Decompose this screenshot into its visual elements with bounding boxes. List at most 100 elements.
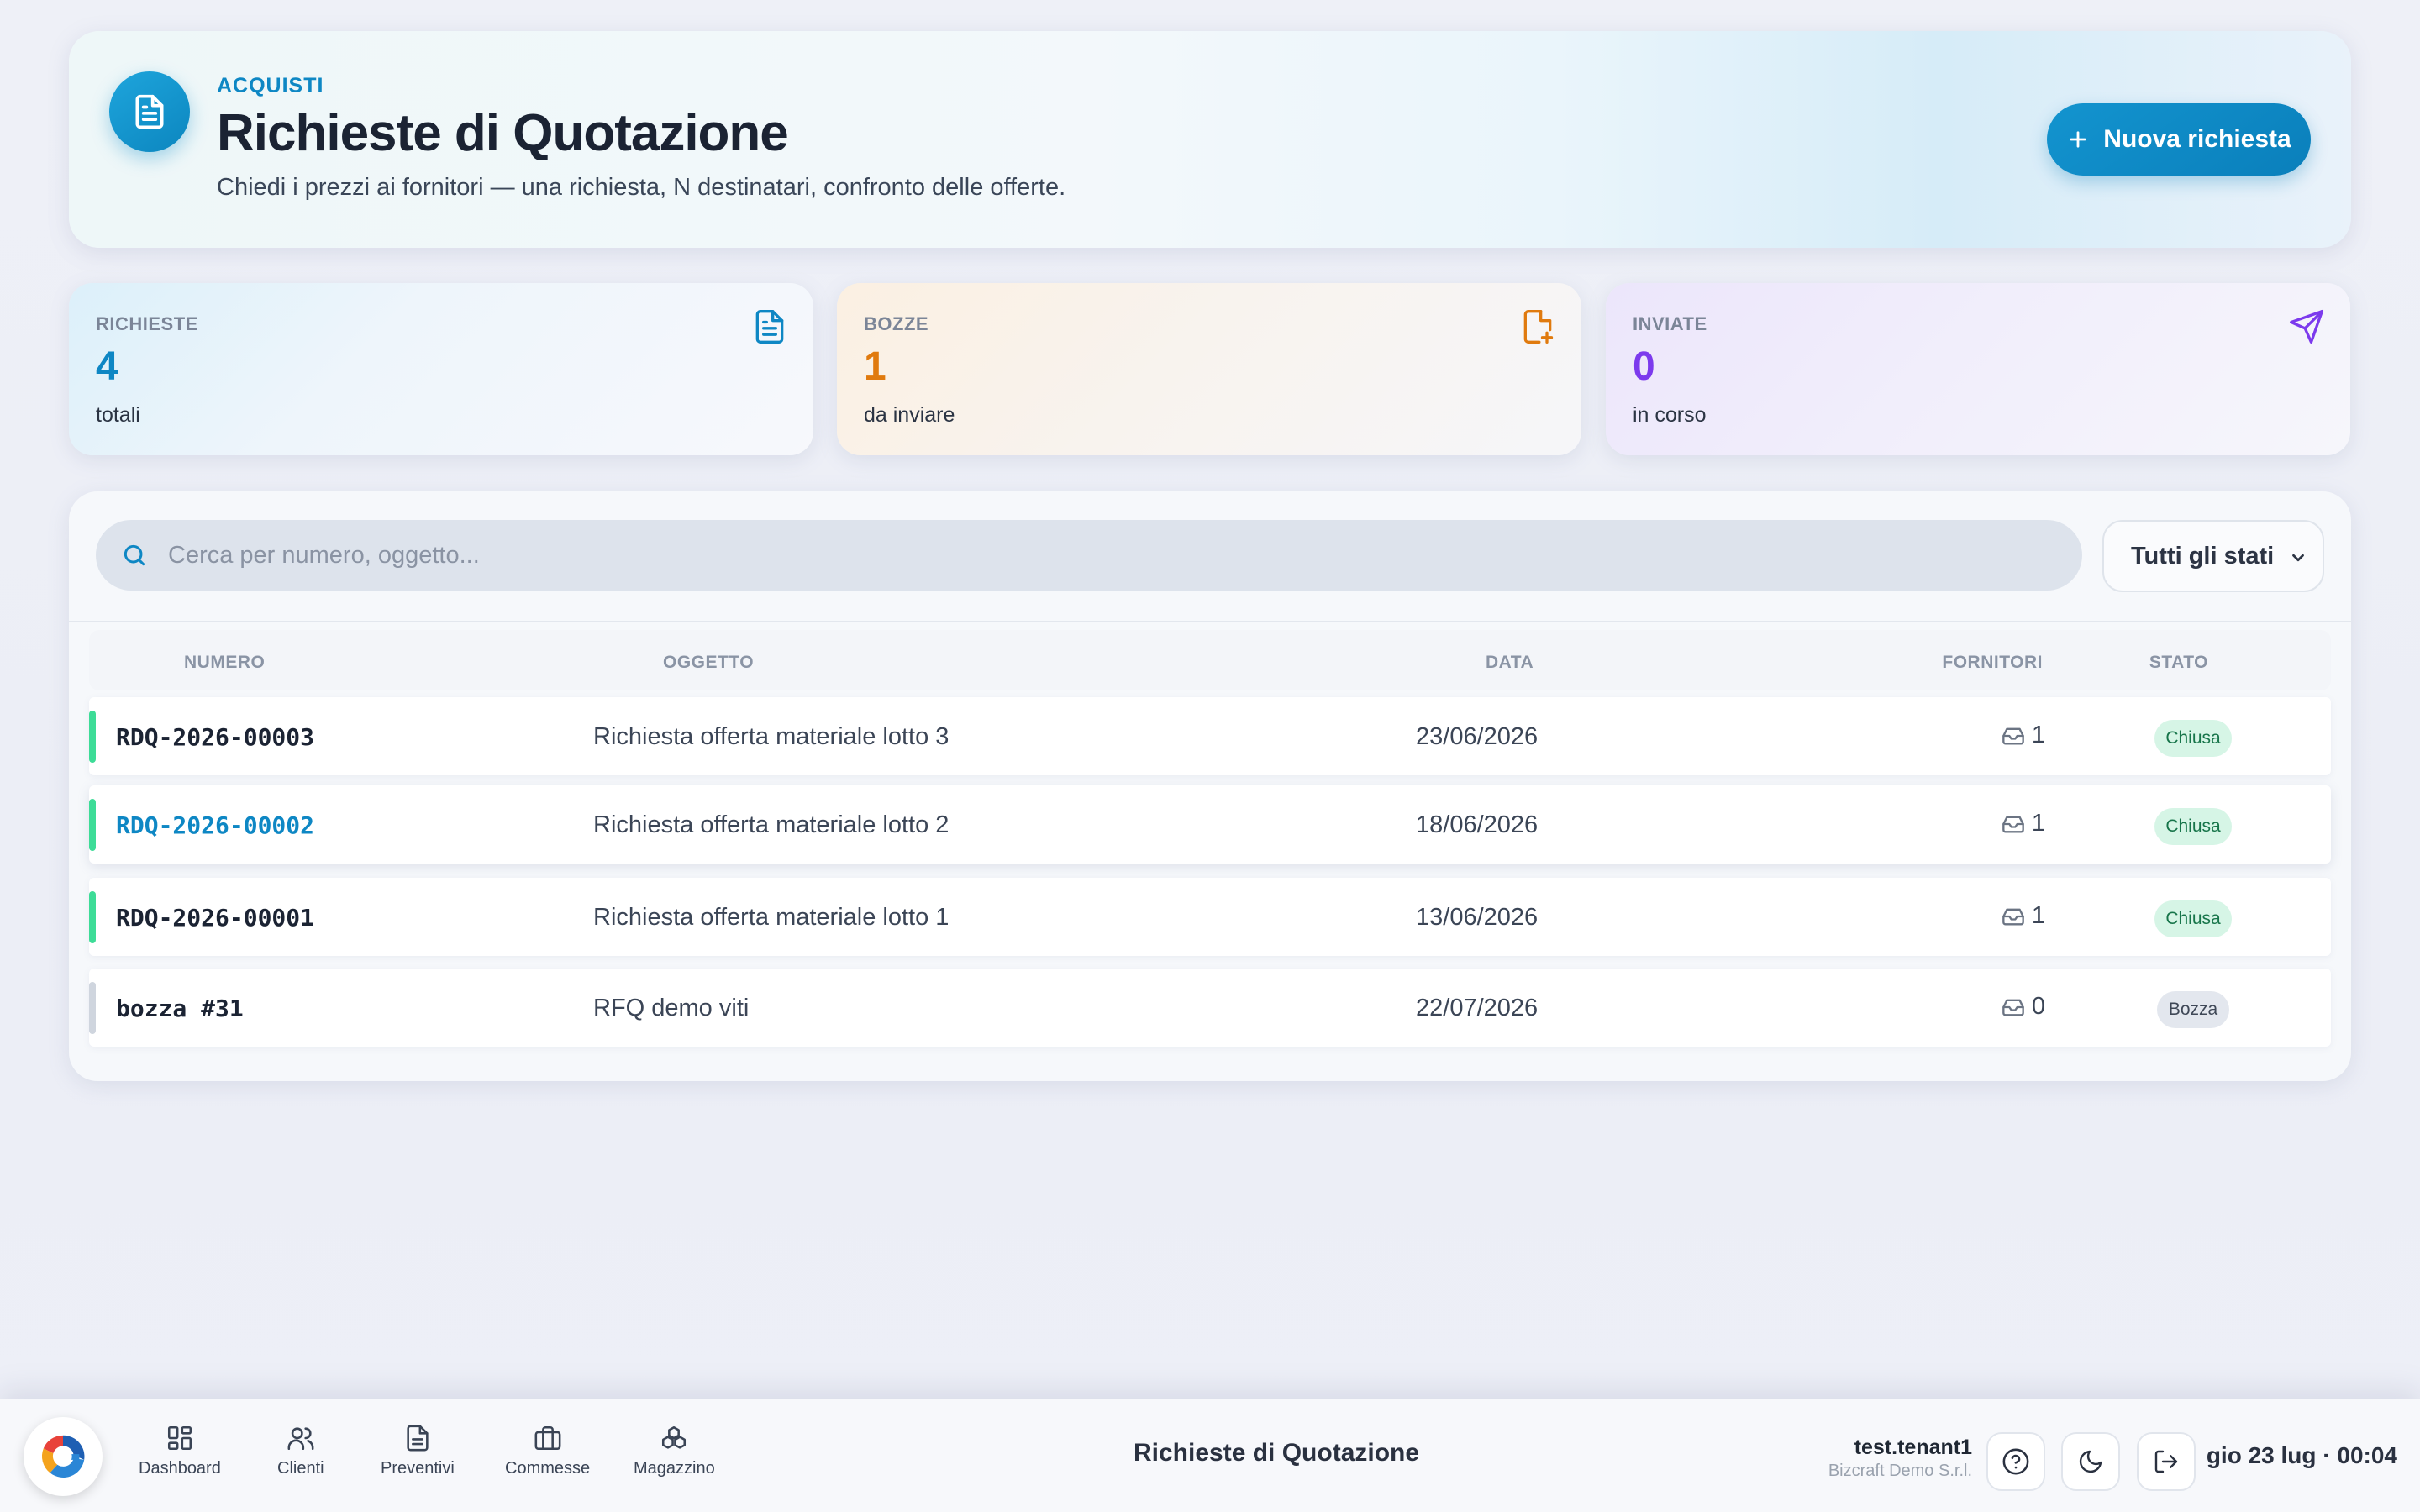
nav-label: Preventivi xyxy=(381,1459,455,1478)
suppliers-count: 1 xyxy=(2031,810,2045,837)
row-number[interactable]: bozza #31 xyxy=(116,995,244,1022)
section-kicker: ACQUISTI xyxy=(217,74,324,97)
row-subject: RFQ demo viti xyxy=(593,995,750,1021)
column-header-stato[interactable]: STATO xyxy=(2149,653,2208,673)
suppliers-count: 0 xyxy=(2031,993,2045,1020)
nav-preventivi[interactable]: Preventivi xyxy=(381,1424,455,1478)
inbox-icon xyxy=(2002,908,2024,925)
stat-value: 1 xyxy=(864,344,886,389)
inbox-icon xyxy=(2002,727,2024,744)
nav-label: Magazzino xyxy=(634,1459,715,1478)
table-row[interactable]: RDQ-2026-00002 Richiesta offerta materia… xyxy=(89,785,2331,864)
status-stripe xyxy=(89,711,96,763)
row-number[interactable]: RDQ-2026-00001 xyxy=(116,904,314,932)
stat-card-drafts: BOZZE 1 da inviare xyxy=(837,283,1581,455)
table-row[interactable]: RDQ-2026-00001 Richiesta offerta materia… xyxy=(89,878,2331,956)
divider xyxy=(69,621,2351,622)
search-box[interactable] xyxy=(96,520,2082,591)
stat-sub: da inviare xyxy=(864,403,955,427)
help-button[interactable] xyxy=(1986,1432,2045,1491)
table-header: NUMERO OGGETTO DATA FORNITORI STATO xyxy=(89,630,2331,690)
nav-magazzino[interactable]: Magazzino xyxy=(634,1424,715,1478)
stat-sub: in corso xyxy=(1633,403,1707,427)
page-title: Richieste di Quotazione xyxy=(217,104,789,162)
page-header-card: ACQUISTI Richieste di Quotazione Chiedi … xyxy=(69,31,2351,248)
inbox-icon xyxy=(2002,816,2024,832)
column-header-data[interactable]: DATA xyxy=(1486,653,1534,673)
grid-icon xyxy=(167,1425,192,1451)
row-suppliers: 0 xyxy=(2002,993,2045,1021)
column-header-numero[interactable]: NUMERO xyxy=(184,653,265,673)
search-input[interactable] xyxy=(168,541,2017,570)
chevron-down-icon xyxy=(2292,554,2304,562)
table-row[interactable]: bozza #31 RFQ demo viti 22/07/2026 0 Boz… xyxy=(89,969,2331,1047)
logout-icon xyxy=(2154,1450,2178,1473)
nav-label: Dashboard xyxy=(139,1459,221,1478)
column-header-oggetto[interactable]: OGGETTO xyxy=(663,653,754,673)
app-logo[interactable] xyxy=(24,1417,103,1496)
status-stripe xyxy=(89,982,96,1034)
nav-commesse[interactable]: Commesse xyxy=(505,1424,590,1478)
row-date: 18/06/2026 xyxy=(1416,811,1539,838)
file-plus-icon xyxy=(1523,310,1554,344)
status-filter-select[interactable]: Tutti gli stati xyxy=(2102,520,2324,592)
row-suppliers: 1 xyxy=(2002,902,2045,930)
bottom-dock: Dashboard Clienti Preventivi Commesse Ma… xyxy=(0,1399,2420,1512)
user-info: test.tenant1 Bizcraft Demo S.r.l. xyxy=(1828,1436,1972,1481)
row-date: 22/07/2026 xyxy=(1416,995,1539,1021)
nav-label: Commesse xyxy=(505,1459,591,1478)
row-suppliers: 1 xyxy=(2002,722,2045,749)
row-subject: Richiesta offerta materiale lotto 3 xyxy=(593,723,950,750)
logo-icon xyxy=(41,1435,85,1478)
status-badge: Chiusa xyxy=(2154,720,2232,757)
company-name: Bizcraft Demo S.r.l. xyxy=(1828,1462,1972,1480)
theme-toggle-button[interactable] xyxy=(2061,1432,2120,1491)
stat-label: RICHIESTE xyxy=(96,313,198,334)
moon-icon xyxy=(2079,1450,2102,1473)
rfq-table-panel: Tutti gli stati NUMERO OGGETTO DATA FORN… xyxy=(69,491,2351,1081)
document-icon xyxy=(109,71,190,152)
page-subtitle: Chiedi i prezzi ai fornitori — una richi… xyxy=(217,174,1066,201)
row-number[interactable]: RDQ-2026-00002 xyxy=(116,811,314,839)
status-badge: Bozza xyxy=(2157,991,2229,1028)
inbox-icon xyxy=(2002,999,2024,1016)
stat-value: 0 xyxy=(1633,344,1655,389)
new-request-button[interactable]: Nuova richiesta xyxy=(2047,103,2311,176)
nav-dashboard[interactable]: Dashboard xyxy=(139,1424,221,1478)
status-badge: Chiusa xyxy=(2154,808,2232,845)
plus-icon xyxy=(2070,131,2086,148)
row-date: 13/06/2026 xyxy=(1416,904,1539,931)
briefcase-icon xyxy=(534,1425,561,1451)
stat-sub: totali xyxy=(96,403,140,427)
table-row[interactable]: RDQ-2026-00003 Richiesta offerta materia… xyxy=(89,697,2331,775)
document-icon xyxy=(755,310,784,344)
new-request-label: Nuova richiesta xyxy=(2103,125,2291,153)
search-icon xyxy=(124,544,145,566)
help-icon xyxy=(2002,1448,2029,1475)
stat-label: BOZZE xyxy=(864,313,929,334)
stat-label: INVIATE xyxy=(1633,313,1707,334)
status-filter-value: Tutti gli stati xyxy=(2131,542,2275,570)
document-icon xyxy=(407,1425,429,1452)
row-suppliers: 1 xyxy=(2002,810,2045,837)
nav-clienti[interactable]: Clienti xyxy=(277,1424,324,1478)
users-icon xyxy=(287,1427,314,1451)
row-subject: Richiesta offerta materiale lotto 1 xyxy=(593,904,950,931)
stat-value: 4 xyxy=(96,344,118,389)
status-stripe xyxy=(89,891,96,943)
stat-card-requests: RICHIESTE 4 totali xyxy=(69,283,813,455)
suppliers-count: 1 xyxy=(2031,722,2045,748)
nav-label: Clienti xyxy=(277,1459,324,1478)
current-page-title: Richieste di Quotazione xyxy=(1134,1439,1420,1467)
logout-button[interactable] xyxy=(2137,1432,2196,1491)
stat-card-sent: INVIATE 0 in corso xyxy=(1606,283,2350,455)
column-header-fornitori[interactable]: FORNITORI xyxy=(1942,653,2043,673)
suppliers-count: 1 xyxy=(2031,902,2045,929)
status-stripe xyxy=(89,799,96,851)
row-number[interactable]: RDQ-2026-00003 xyxy=(116,723,314,751)
boxes-icon xyxy=(662,1425,687,1449)
row-date: 23/06/2026 xyxy=(1416,723,1539,750)
send-icon xyxy=(2290,310,2323,344)
clock: gio 23 lug · 00:04 xyxy=(2206,1442,2397,1468)
status-badge: Chiusa xyxy=(2154,900,2232,937)
